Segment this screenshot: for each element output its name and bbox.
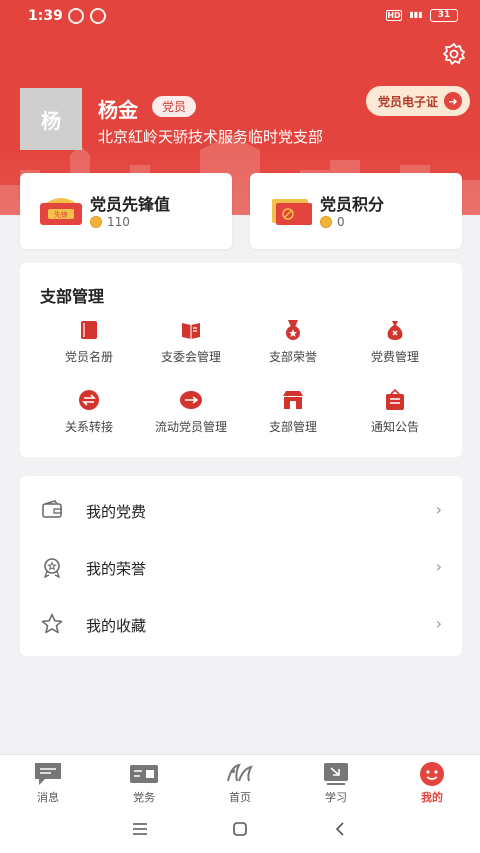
tab-label: 学习	[325, 791, 347, 804]
avatar[interactable]: 杨	[20, 88, 82, 150]
profile-icon	[420, 762, 444, 786]
menu-label: 我的荣誉	[86, 560, 147, 578]
tab-party-affairs[interactable]: 党务	[96, 755, 192, 807]
medal-icon	[286, 320, 300, 340]
bottom-tab-bar: 消息 党务 首页 学习 我的	[0, 754, 480, 806]
store-icon	[283, 391, 303, 409]
tab-label: 党务	[133, 791, 155, 804]
tab-mine[interactable]: 我的	[384, 755, 480, 807]
arrow-right-icon: ➜	[444, 92, 462, 110]
pioneer-badge-icon: 先锋	[40, 198, 82, 225]
home-logo-icon	[227, 763, 253, 782]
status-time: 1:39	[28, 8, 63, 24]
menu-label: 我的收藏	[86, 617, 147, 635]
recent-apps-icon[interactable]	[128, 818, 152, 840]
grid-item-member-roster[interactable]: 党员名册	[39, 318, 139, 378]
stat-title: 党员积分	[320, 195, 385, 214]
grid-label: 通知公告	[370, 420, 419, 434]
message-icon	[35, 763, 61, 785]
tab-home[interactable]: 首页	[192, 755, 288, 807]
grid-label: 支部管理	[268, 420, 317, 434]
battery-icon: 31	[430, 9, 458, 22]
coin-icon	[90, 216, 102, 228]
my-menu-panel: 我的党费 › 我的荣誉 › 我的收藏 ›	[20, 476, 462, 656]
signal-icon: ▮▮▮	[409, 10, 423, 19]
gear-icon[interactable]	[442, 42, 466, 66]
stat-value-row: 110	[90, 215, 130, 229]
study-icon	[324, 763, 348, 785]
status-notification-icons	[68, 8, 106, 24]
grid-item-relation-transfer[interactable]: 关系转接	[39, 388, 139, 448]
panel-title: 支部管理	[40, 287, 105, 306]
menu-item-my-dues[interactable]: 我的党费 ›	[20, 482, 462, 538]
committee-icon	[182, 323, 200, 339]
tab-label: 消息	[37, 791, 59, 804]
user-name: 杨金	[98, 98, 138, 122]
grid-item-committee[interactable]: 支委会管理	[141, 318, 241, 378]
grid-item-branch-admin[interactable]: 支部管理	[243, 388, 343, 448]
coin-icon	[320, 216, 332, 228]
menu-label: 我的党费	[86, 503, 147, 521]
grid-item-dues-management[interactable]: 党费管理	[345, 318, 445, 378]
stat-value: 0	[337, 215, 345, 229]
grid-label: 党费管理	[370, 350, 419, 364]
tab-messages[interactable]: 消息	[0, 755, 96, 807]
grid-item-mobile-members[interactable]: 流动党员管理	[141, 388, 241, 448]
branch-management-panel: 支部管理 党员名册 支委会管理 支部荣誉 党费管理 关系转接 流动党员管理 支部…	[20, 263, 462, 457]
svg-text:先锋: 先锋	[54, 210, 68, 219]
back-icon[interactable]	[328, 818, 352, 840]
honor-icon	[43, 558, 61, 579]
grid-label: 党员名册	[64, 350, 113, 364]
status-bar: 1:39 HD ▮▮▮ 31	[0, 0, 480, 34]
role-badge: 党员	[152, 96, 197, 117]
home-button-icon[interactable]	[228, 818, 252, 840]
grid-item-notice[interactable]: 通知公告	[345, 388, 445, 448]
grid-label: 流动党员管理	[154, 420, 227, 434]
chevron-right-icon: ›	[435, 557, 442, 576]
party-affairs-icon	[130, 765, 158, 783]
star-icon	[41, 613, 63, 634]
menu-item-my-favorites[interactable]: 我的收藏 ›	[20, 596, 462, 652]
stat-value-row: 0	[320, 215, 345, 229]
notice-icon	[386, 388, 404, 410]
organization-name: 北京紅岭天骄技术服务临时党支部	[98, 128, 324, 146]
grid-item-branch-honor[interactable]: 支部荣誉	[243, 318, 343, 378]
grid-label: 关系转接	[64, 420, 113, 434]
points-folder-icon	[272, 199, 312, 225]
stat-title: 党员先锋值	[90, 195, 171, 214]
status-right-icons: HD ▮▮▮ 31	[386, 9, 458, 22]
chevron-right-icon: ›	[435, 500, 442, 519]
member-points-card[interactable]: 党员积分 0	[250, 173, 462, 249]
transfer-icon	[79, 390, 99, 410]
mobile-member-icon	[180, 391, 202, 409]
stat-value: 110	[107, 215, 130, 229]
tab-label: 我的	[421, 791, 443, 804]
grid-label: 支委会管理	[160, 350, 221, 364]
money-bag-icon	[387, 321, 403, 340]
member-ecard-button[interactable]: 党员电子证 ➜	[365, 86, 470, 116]
wallet-icon	[42, 500, 62, 518]
ecard-label: 党员电子证	[377, 94, 438, 109]
eye-icon	[90, 8, 106, 24]
grid-label: 支部荣誉	[268, 350, 317, 364]
tab-label: 首页	[229, 791, 251, 804]
chevron-right-icon: ›	[435, 614, 442, 633]
system-navigation-bar	[0, 806, 480, 853]
hd-icon: HD	[386, 10, 402, 21]
pioneer-value-card[interactable]: 先锋 党员先锋值 110	[20, 173, 232, 249]
book-icon	[81, 321, 97, 339]
alarm-icon	[68, 8, 84, 24]
tab-study[interactable]: 学习	[288, 755, 384, 807]
menu-item-my-honors[interactable]: 我的荣誉 ›	[20, 539, 462, 595]
